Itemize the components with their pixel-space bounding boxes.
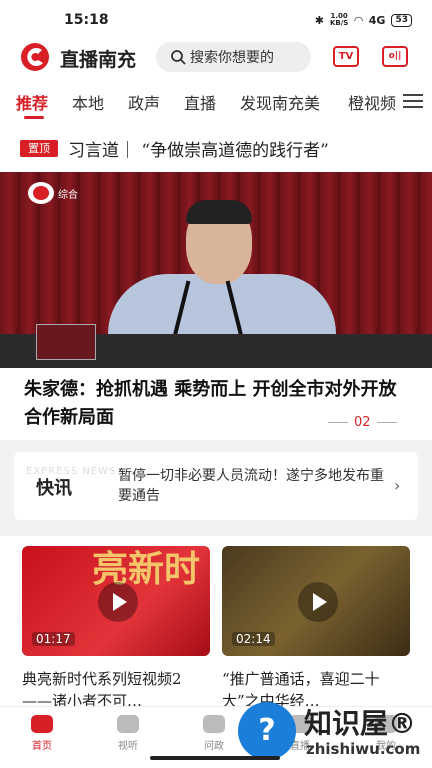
status-time: 15:18 bbox=[64, 12, 109, 28]
video-duration: 01:17 bbox=[32, 632, 75, 646]
pinned-title: 习言道｜ “争做崇高道德的践行者” bbox=[68, 141, 329, 161]
radio-button[interactable]: o|| bbox=[382, 46, 408, 67]
nav-label: 视听 bbox=[118, 741, 138, 752]
bluetooth-icon: ✱ bbox=[314, 13, 324, 27]
play-circle-icon bbox=[117, 715, 139, 733]
video-duration: 02:14 bbox=[232, 632, 275, 646]
chevron-right-icon: › bbox=[394, 476, 401, 495]
tab-local[interactable]: 本地 bbox=[72, 90, 104, 114]
wifi-icon: ◠ bbox=[354, 13, 363, 27]
nav-label: 首页 bbox=[32, 741, 52, 752]
video-card[interactable]: 亮新时 01:17 典亮新时代系列短视频2——诸小者不可… bbox=[22, 546, 210, 708]
app-header: 直播南充 搜索你想要的 TV o|| bbox=[0, 40, 432, 74]
category-tabs: 推荐 本地 政声 直播 发现南充美 橙视频 bbox=[0, 84, 432, 120]
video-title[interactable]: 典亮新时代系列短视频2——诸小者不可… bbox=[22, 668, 210, 708]
channel-logo-icon bbox=[28, 182, 54, 204]
video-thumbnail[interactable]: 亮新时 01:17 bbox=[22, 546, 210, 656]
hero-inset-image bbox=[36, 324, 96, 360]
battery-icon: 53 bbox=[391, 13, 412, 27]
tab-recommend[interactable]: 推荐 bbox=[16, 90, 48, 114]
watermark-title: 知识屋® bbox=[304, 707, 417, 740]
home-icon bbox=[31, 715, 53, 733]
nav-home[interactable]: 首页 bbox=[22, 715, 62, 752]
nav-media[interactable]: 视听 bbox=[108, 715, 148, 752]
menu-icon[interactable] bbox=[403, 94, 423, 108]
chat-icon bbox=[203, 715, 225, 733]
express-label: 快讯 bbox=[36, 478, 72, 499]
signal-icon: 4G bbox=[368, 13, 386, 27]
express-news-card[interactable]: EXPRESS NEWS 快讯 暂停一切非必要人员流动！遂宁多地发布重要通告 › bbox=[14, 452, 418, 520]
search-input[interactable]: 搜索你想要的 bbox=[156, 42, 311, 72]
app-logo-icon[interactable] bbox=[18, 42, 52, 72]
channel-label: 综合 bbox=[58, 189, 78, 201]
channel-badge: 综合 bbox=[28, 182, 78, 204]
play-icon[interactable] bbox=[98, 582, 138, 622]
tab-politics[interactable]: 政声 bbox=[128, 90, 160, 114]
search-icon bbox=[171, 50, 186, 65]
carousel-pager: 02 bbox=[328, 412, 412, 432]
video-thumbnail[interactable]: 02:14 bbox=[222, 546, 410, 656]
pinned-badge: 置顶 bbox=[20, 140, 58, 157]
network-speed: 1.00 KB/S bbox=[329, 12, 349, 27]
nav-inquiry[interactable]: 问政 bbox=[194, 715, 234, 752]
tab-orange-video[interactable]: 橙视频 bbox=[348, 90, 396, 114]
status-bar: 15:18 ✱ 1.00 KB/S ◠ 4G 53 bbox=[0, 0, 432, 40]
watermark-domain: zhishiwu.com bbox=[306, 740, 421, 758]
express-text: 暂停一切非必要人员流动！遂宁多地发布重要通告 bbox=[118, 468, 384, 504]
tv-button[interactable]: TV bbox=[333, 46, 359, 67]
play-icon[interactable] bbox=[298, 582, 338, 622]
nav-label: 问政 bbox=[204, 741, 224, 752]
home-indicator bbox=[150, 756, 280, 760]
thumbnail-artwork: 亮新时 bbox=[92, 548, 201, 590]
tab-discover[interactable]: 发现南充美 bbox=[240, 90, 320, 114]
search-placeholder: 搜索你想要的 bbox=[190, 50, 274, 66]
video-list: 亮新时 01:17 典亮新时代系列短视频2——诸小者不可… 02:14 “推广普… bbox=[0, 546, 432, 708]
video-card[interactable]: 02:14 “推广普通话，喜迎二十大”之中华经… bbox=[222, 546, 410, 708]
app-brand: 直播南充 bbox=[60, 49, 137, 71]
tab-live[interactable]: 直播 bbox=[184, 90, 216, 114]
active-tab-indicator bbox=[24, 116, 44, 119]
question-mark-icon: ? bbox=[238, 702, 296, 760]
pinned-article[interactable]: 置顶 习言道｜ “争做崇高道德的践行者” bbox=[0, 134, 432, 162]
hero-banner-image[interactable]: 综合 bbox=[0, 172, 432, 368]
carousel-page-number: 02 bbox=[354, 414, 371, 430]
status-icons: ✱ 1.00 KB/S ◠ 4G 53 bbox=[315, 13, 412, 27]
